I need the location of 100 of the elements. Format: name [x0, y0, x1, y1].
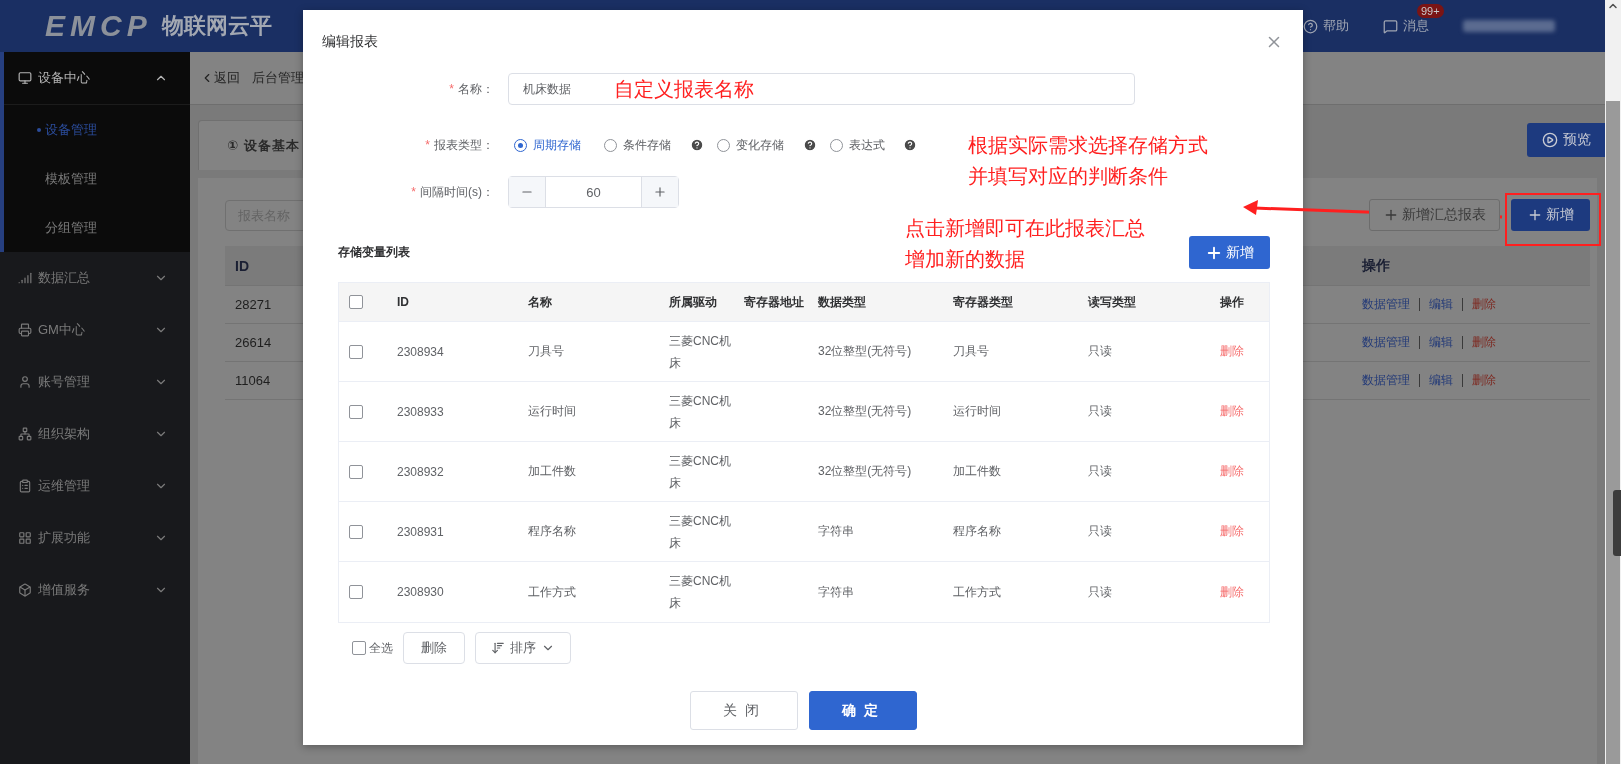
radio-option[interactable]: 周期存储: [514, 136, 604, 154]
bar-chart-icon: [18, 270, 32, 285]
help-icon[interactable]: [803, 138, 817, 152]
sidebar-item[interactable]: 增值服务: [4, 564, 190, 616]
action-link[interactable]: 数据管理: [1362, 372, 1410, 389]
table-cell: 加工件数: [953, 463, 1001, 480]
table-cell: 工作方式: [528, 583, 576, 601]
table-cell: 只读: [1088, 343, 1112, 360]
confirm-button[interactable]: 确定: [808, 691, 917, 730]
number-stepper[interactable]: 60: [508, 176, 679, 208]
scrollbar[interactable]: [1605, 0, 1621, 764]
radio-option[interactable]: 条件存储: [604, 136, 717, 154]
action-link[interactable]: 删除: [1472, 334, 1496, 351]
table-cell-text: 三菱CNC机床: [669, 573, 732, 612]
action-link[interactable]: 编辑: [1429, 372, 1453, 389]
column-header: 所属驱动: [669, 293, 717, 311]
column-header: 操作: [1220, 293, 1244, 311]
app-title: 物联网云平: [161, 12, 272, 40]
annotation-text: 根据实际需求选择存储方式 并填写对应的判断条件: [968, 132, 1208, 190]
table-cell: 只读: [1088, 463, 1112, 480]
clipboard-icon: [18, 478, 32, 493]
count-badge: 99+: [1417, 4, 1444, 18]
table-cell: 26614: [235, 335, 272, 350]
preview-button[interactable]: 预览: [1527, 123, 1605, 157]
help-icon[interactable]: [903, 138, 917, 152]
table-cell: 字符串: [818, 523, 854, 540]
close-button[interactable]: 关闭: [689, 691, 798, 730]
plus-icon: [1383, 207, 1399, 223]
action-link[interactable]: 数据管理: [1362, 334, 1410, 351]
add-summary-button[interactable]: 新增汇总报表: [1369, 199, 1500, 231]
monitor-icon: [18, 71, 32, 85]
table-cell-text: 三菱CNC机床: [669, 332, 732, 372]
delete-button[interactable]: 删除: [403, 632, 465, 664]
field-label: 报表类型：: [434, 136, 494, 154]
message-icon: [1383, 18, 1398, 34]
delete-link[interactable]: 删除: [1220, 523, 1244, 540]
sidebar-item[interactable]: 数据汇总: [4, 252, 190, 304]
sort-button[interactable]: 排序: [475, 632, 571, 664]
checkbox[interactable]: [349, 344, 363, 359]
radio-option[interactable]: 变化存储: [717, 136, 830, 154]
checkbox[interactable]: [349, 464, 363, 479]
table-cell: 只读: [1088, 583, 1112, 601]
dialog-title: 编辑报表: [322, 32, 378, 51]
sidebar-item[interactable]: 组织架构: [4, 408, 190, 460]
annotation-text: 点击新增即可在此报表汇总 增加新的数据: [905, 215, 1145, 273]
table-cell: 只读: [1088, 523, 1112, 540]
action-link[interactable]: 编辑: [1429, 334, 1453, 351]
scroll-thumb[interactable]: [1606, 101, 1620, 764]
required-mark: *: [425, 138, 430, 152]
table-cell: 刀具号: [528, 343, 564, 360]
column-header: 寄存器地址: [744, 293, 804, 311]
table-cell: 只读: [1088, 403, 1112, 420]
network-icon: [18, 426, 32, 441]
section-title: 存储变量列表: [338, 244, 410, 261]
messages-link[interactable]: 消息: [1383, 17, 1429, 35]
delete-link[interactable]: 删除: [1220, 463, 1244, 480]
action-link[interactable]: 删除: [1472, 372, 1496, 389]
table-cell: 32位整型(无符号): [818, 463, 912, 480]
delete-link[interactable]: 删除: [1220, 403, 1244, 420]
sidebar-item[interactable]: 扩展功能: [4, 512, 190, 564]
checkbox[interactable]: [349, 585, 363, 599]
logo: EMCP: [45, 9, 152, 43]
column-header: 名称: [528, 293, 552, 311]
plus-icon: [1527, 207, 1543, 223]
field-label: 名称：: [458, 80, 494, 98]
delete-link[interactable]: 删除: [1220, 343, 1244, 360]
table-cell: 程序名称: [528, 523, 576, 540]
radio-option[interactable]: 表达式: [830, 136, 930, 154]
help-icon[interactable]: [690, 138, 704, 152]
sidebar-subitem[interactable]: 模板管理: [4, 154, 190, 203]
table-cell: 2308930: [397, 585, 444, 599]
delete-link[interactable]: 删除: [1220, 583, 1244, 601]
sidebar-subitem[interactable]: 设备管理: [4, 105, 190, 154]
column-header: 操作: [1362, 256, 1390, 275]
action-link[interactable]: 数据管理: [1362, 296, 1410, 313]
table-cell: 28271: [235, 297, 272, 312]
table-cell: 32位整型(无符号): [818, 343, 912, 360]
add-button[interactable]: 新增: [1189, 236, 1270, 269]
table-cell: 2308932: [397, 464, 444, 479]
checkbox[interactable]: [349, 524, 363, 539]
table-cell-text: 三菱CNC机床: [669, 452, 732, 492]
table-cell-text: 三菱CNC机床: [669, 512, 732, 552]
plus-icon[interactable]: [653, 185, 667, 199]
action-link[interactable]: 编辑: [1429, 296, 1453, 313]
back-link[interactable]: 返回: [200, 69, 240, 87]
sidebar-item[interactable]: 账号管理: [4, 356, 190, 408]
required-mark: *: [449, 82, 454, 96]
field-label: 间隔时间(s)：: [420, 183, 494, 201]
action-link[interactable]: 删除: [1472, 296, 1496, 313]
table-cell: 工作方式: [953, 583, 1001, 601]
select-all-checkbox[interactable]: 全选: [352, 639, 393, 657]
sidebar-item[interactable]: GM中心: [4, 304, 190, 356]
sort-icon: [491, 641, 505, 655]
add-button[interactable]: 新增: [1511, 199, 1590, 231]
step-tab[interactable]: ① 设备基本: [198, 120, 303, 170]
sidebar-item[interactable]: 运维管理: [4, 460, 190, 512]
checkbox[interactable]: [349, 295, 363, 309]
checkbox[interactable]: [349, 404, 363, 419]
sidebar-subitem[interactable]: 分组管理: [4, 203, 190, 252]
help-link[interactable]: 帮助: [1303, 17, 1349, 35]
